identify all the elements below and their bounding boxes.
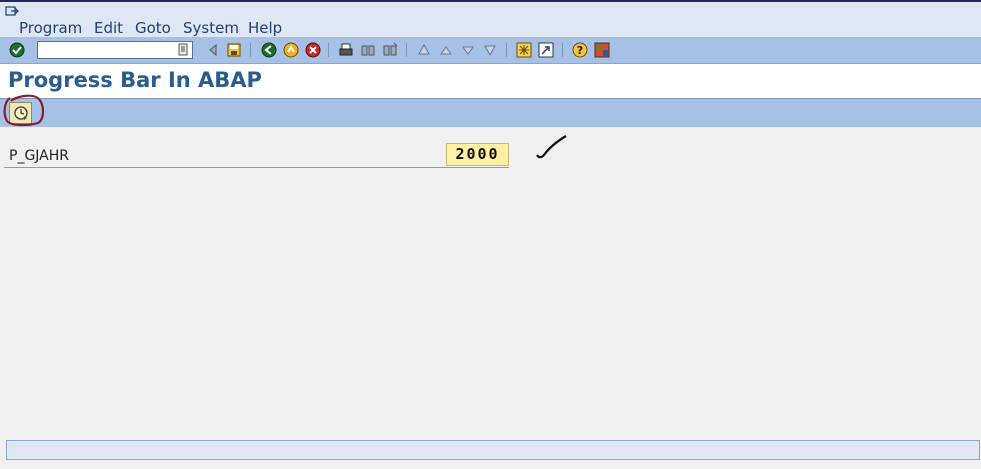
selection-screen: P_GJAHR 2000	[0, 127, 981, 469]
cancel-icon[interactable]	[305, 42, 321, 58]
status-bar	[6, 440, 980, 460]
command-dropdown-icon[interactable]	[178, 43, 188, 56]
back-icon[interactable]	[261, 42, 277, 58]
create-session-icon[interactable]	[516, 42, 532, 58]
exit-icon[interactable]	[283, 42, 299, 58]
toolbar-separator	[506, 43, 507, 57]
annotation-circle	[3, 94, 45, 127]
toolbar-separator	[250, 43, 251, 57]
find-next-icon[interactable]	[382, 42, 398, 58]
standard-toolbar: ?	[0, 37, 981, 64]
help-icon[interactable]: ?	[572, 42, 588, 58]
save-icon[interactable]	[226, 42, 242, 58]
back-arrow-icon[interactable]	[205, 42, 221, 58]
application-toolbar	[0, 99, 981, 127]
system-menu-icon[interactable]	[5, 6, 19, 18]
enter-icon[interactable]	[9, 42, 25, 58]
toolbar-separator	[328, 43, 329, 57]
menu-bar: Program Edit Goto System Help	[0, 0, 981, 39]
menu-help[interactable]: Help	[248, 19, 282, 37]
menu-program[interactable]: Program	[19, 19, 82, 37]
toolbar-separator	[562, 43, 563, 57]
menu-goto[interactable]: Goto	[135, 19, 171, 37]
toolbar-separator	[406, 43, 407, 57]
svg-text:?: ?	[577, 44, 583, 57]
shortcut-icon[interactable]	[538, 42, 554, 58]
next-page-icon[interactable]	[460, 42, 476, 58]
title-bar: Progress Bar In ABAP	[0, 64, 981, 99]
layout-menu-icon[interactable]	[594, 42, 610, 58]
first-page-icon[interactable]	[416, 42, 432, 58]
last-page-icon[interactable]	[482, 42, 498, 58]
parameter-label: P_GJAHR	[9, 148, 70, 164]
command-field[interactable]	[37, 41, 193, 59]
parameter-underline	[4, 167, 509, 168]
previous-page-icon[interactable]	[438, 42, 454, 58]
parameter-input[interactable]: 2000	[446, 143, 509, 166]
menu-edit[interactable]: Edit	[94, 19, 123, 37]
page-title: Progress Bar In ABAP	[8, 68, 262, 92]
print-icon[interactable]	[338, 42, 354, 58]
find-icon[interactable]	[360, 42, 376, 58]
annotation-check-mark	[536, 135, 567, 159]
menu-system[interactable]: System	[183, 19, 239, 37]
